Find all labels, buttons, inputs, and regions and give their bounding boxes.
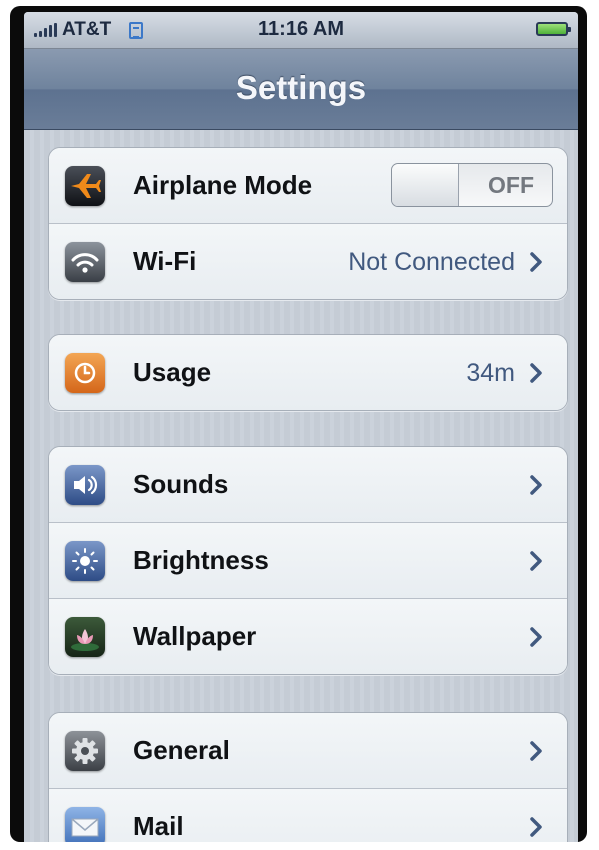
chevron-right-icon bbox=[530, 551, 542, 571]
chevron-right-icon bbox=[530, 627, 542, 647]
device-frame: AT&T 11:16 AM Settings Airplane Mode OFF… bbox=[10, 6, 587, 842]
sun-icon bbox=[65, 541, 105, 581]
navigation-bar: Settings bbox=[24, 49, 578, 130]
envelope-icon bbox=[65, 807, 105, 842]
settings-group-general: General Mail bbox=[48, 712, 568, 842]
row-wifi[interactable]: Wi-Fi Not Connected bbox=[49, 224, 567, 299]
wifi-icon bbox=[65, 242, 105, 282]
row-label: Airplane Mode bbox=[133, 170, 313, 200]
row-airplane-mode: Airplane Mode OFF bbox=[49, 148, 567, 224]
chevron-right-icon bbox=[530, 741, 542, 761]
chevron-right-icon bbox=[530, 363, 542, 383]
chevron-right-icon bbox=[530, 817, 542, 837]
usage-value: 34m bbox=[466, 359, 515, 387]
row-mail[interactable]: Mail bbox=[49, 789, 567, 842]
settings-group-connectivity: Airplane Mode OFF Wi-Fi Not Connected bbox=[48, 147, 568, 300]
row-label: Brightness bbox=[133, 545, 269, 575]
row-label: Usage bbox=[133, 357, 212, 387]
toggle-state: OFF bbox=[488, 172, 534, 198]
screen: AT&T 11:16 AM Settings Airplane Mode OFF… bbox=[24, 12, 578, 842]
toggle-knob[interactable] bbox=[392, 164, 459, 206]
page-title: Settings bbox=[235, 69, 367, 106]
clock-icon bbox=[65, 353, 105, 393]
flower-icon bbox=[65, 617, 105, 657]
chevron-right-icon bbox=[530, 252, 542, 272]
airplane-icon bbox=[65, 166, 105, 206]
row-label: Sounds bbox=[133, 469, 229, 499]
row-sounds[interactable]: Sounds bbox=[49, 447, 567, 523]
airplane-mode-toggle[interactable]: OFF bbox=[391, 163, 553, 207]
row-label: Wi-Fi bbox=[133, 246, 197, 276]
gear-icon bbox=[65, 731, 105, 771]
row-label: General bbox=[133, 735, 230, 765]
status-time: 11:16 AM bbox=[258, 18, 344, 40]
row-general[interactable]: General bbox=[49, 713, 567, 789]
status-bar: AT&T 11:16 AM bbox=[24, 12, 578, 49]
settings-group-usage: Usage 34m bbox=[48, 334, 568, 411]
wifi-status: Not Connected bbox=[348, 248, 515, 276]
chevron-right-icon bbox=[530, 475, 542, 495]
row-label: Wallpaper bbox=[133, 621, 257, 651]
battery-full-icon bbox=[536, 22, 571, 36]
row-wallpaper[interactable]: Wallpaper bbox=[49, 599, 567, 674]
row-brightness[interactable]: Brightness bbox=[49, 523, 567, 599]
settings-group-display: Sounds Brightness Wallpaper bbox=[48, 446, 568, 675]
row-label: Mail bbox=[133, 811, 184, 841]
row-usage[interactable]: Usage 34m bbox=[49, 335, 567, 410]
speaker-icon bbox=[65, 465, 105, 505]
